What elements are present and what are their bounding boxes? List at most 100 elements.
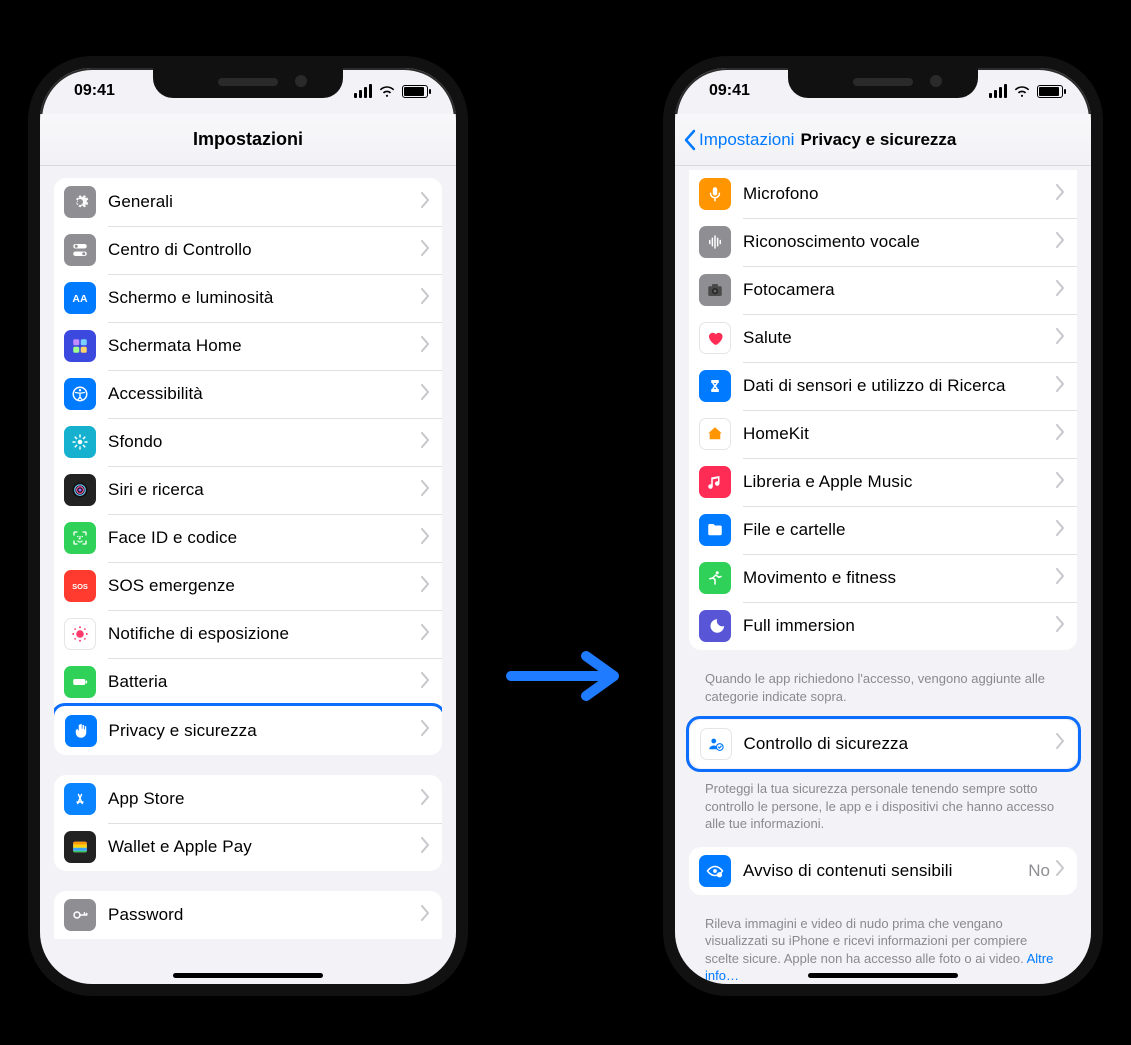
row-wallet-e-apple-pay[interactable]: Wallet e Apple Pay xyxy=(54,823,442,871)
hand-icon xyxy=(65,715,97,747)
row-libreria-apple-music[interactable]: Libreria e Apple Music xyxy=(689,458,1077,506)
row-label: Privacy e sicurezza xyxy=(109,721,421,741)
footer-access-note: Quando le app richiedono l'accesso, veng… xyxy=(689,670,1077,719)
chevron-right-icon xyxy=(1056,860,1065,881)
row-dati-di-sensori[interactable]: Dati di sensori e utilizzo di Ricerca xyxy=(689,362,1077,410)
phone-right-privacy: 09:41 Impostazioni Privacy e sicurezza M… xyxy=(663,56,1103,996)
row-label: Dati di sensori e utilizzo di Ricerca xyxy=(743,376,1056,396)
row-label: Accessibilità xyxy=(108,384,421,404)
row-sos-emergenze[interactable]: SOS emergenze xyxy=(54,562,442,610)
flower-icon xyxy=(64,426,96,458)
music-icon xyxy=(699,466,731,498)
chevron-right-icon xyxy=(1056,376,1065,397)
wifi-icon xyxy=(1013,85,1031,98)
chevron-left-icon xyxy=(683,129,697,151)
row-label: HomeKit xyxy=(743,424,1056,444)
chevron-right-icon xyxy=(421,672,430,693)
gear-icon xyxy=(64,186,96,218)
chevron-right-icon xyxy=(421,576,430,597)
row-label: Face ID e codice xyxy=(108,528,421,548)
row-accessibilita[interactable]: Accessibilità xyxy=(54,370,442,418)
chevron-right-icon xyxy=(421,789,430,810)
camera-icon xyxy=(699,274,731,306)
row-label: Fotocamera xyxy=(743,280,1056,300)
row-label: Microfono xyxy=(743,184,1056,204)
chevron-right-icon xyxy=(421,384,430,405)
battery-icon xyxy=(64,666,96,698)
chevron-right-icon xyxy=(421,336,430,357)
cellular-icon xyxy=(354,84,372,98)
mic-icon xyxy=(699,178,731,210)
row-centro-di-controllo[interactable]: Centro di Controllo xyxy=(54,226,442,274)
row-label: Schermo e luminosità xyxy=(108,288,421,308)
row-face-id-e-codice[interactable]: Face ID e codice xyxy=(54,514,442,562)
row-label: Salute xyxy=(743,328,1056,348)
folder-icon xyxy=(699,514,731,546)
exposure-icon xyxy=(64,618,96,650)
sos-icon xyxy=(64,570,96,602)
chevron-right-icon xyxy=(1056,328,1065,349)
nav-bar: Impostazioni Privacy e sicurezza xyxy=(675,114,1091,166)
safety-icon xyxy=(700,728,732,760)
row-label: Libreria e Apple Music xyxy=(743,472,1056,492)
row-schermata-home[interactable]: Schermata Home xyxy=(54,322,442,370)
row-label: Wallet e Apple Pay xyxy=(108,837,421,857)
aa-icon xyxy=(64,282,96,314)
wifi-icon xyxy=(378,85,396,98)
chevron-right-icon xyxy=(421,720,430,741)
row-siri-e-ricerca[interactable]: Siri e ricerca xyxy=(54,466,442,514)
chevron-right-icon xyxy=(1056,568,1065,589)
row-sfondo[interactable]: Sfondo xyxy=(54,418,442,466)
row-full-immersion[interactable]: Full immersion xyxy=(689,602,1077,650)
row-controllo-di-sicurezza[interactable]: Controllo di sicurezza xyxy=(690,720,1077,768)
row-homekit[interactable]: HomeKit xyxy=(689,410,1077,458)
battery-icon xyxy=(1037,85,1063,98)
back-button[interactable]: Impostazioni xyxy=(683,129,794,151)
row-label: SOS emergenze xyxy=(108,576,421,596)
row-fotocamera[interactable]: Fotocamera xyxy=(689,266,1077,314)
row-label: File e cartelle xyxy=(743,520,1056,540)
runner-icon xyxy=(699,562,731,594)
cellular-icon xyxy=(989,84,1007,98)
row-app-store[interactable]: App Store xyxy=(54,775,442,823)
row-label: Schermata Home xyxy=(108,336,421,356)
row-generali[interactable]: Generali xyxy=(54,178,442,226)
row-password[interactable]: Password xyxy=(54,891,442,939)
chevron-right-icon xyxy=(1056,616,1065,637)
nav-title: Impostazioni xyxy=(193,129,303,150)
switches-icon xyxy=(64,234,96,266)
row-label: Riconoscimento vocale xyxy=(743,232,1056,252)
row-label: Generali xyxy=(108,192,421,212)
row-avviso-contenuti-sensibili[interactable]: Avviso di contenuti sensibiliNo xyxy=(689,847,1077,895)
chevron-right-icon xyxy=(1056,520,1065,541)
row-label: Controllo di sicurezza xyxy=(744,734,1056,754)
chevron-right-icon xyxy=(1056,232,1065,253)
row-value: No xyxy=(1028,861,1050,881)
arrow-right-icon xyxy=(501,646,631,706)
appstore-icon xyxy=(64,783,96,815)
row-salute[interactable]: Salute xyxy=(689,314,1077,362)
chevron-right-icon xyxy=(421,624,430,645)
row-batteria[interactable]: Batteria xyxy=(54,658,442,706)
row-label: Full immersion xyxy=(743,616,1056,636)
row-label: Notifiche di esposizione xyxy=(108,624,421,644)
status-time: 09:41 xyxy=(699,82,750,100)
home-indicator xyxy=(808,973,958,978)
row-movimento-e-fitness[interactable]: Movimento e fitness xyxy=(689,554,1077,602)
row-label: App Store xyxy=(108,789,421,809)
row-microfono[interactable]: Microfono xyxy=(689,170,1077,218)
highlight-controllo-di-sicurezza: Controllo di sicurezza xyxy=(686,716,1081,772)
chevron-right-icon xyxy=(1056,280,1065,301)
row-label: Sfondo xyxy=(108,432,421,452)
row-privacy-e-sicurezza[interactable]: Privacy e sicurezza xyxy=(55,707,442,755)
row-notifiche-di-esposizione[interactable]: Notifiche di esposizione xyxy=(54,610,442,658)
row-file-e-cartelle[interactable]: File e cartelle xyxy=(689,506,1077,554)
row-label: Password xyxy=(108,905,421,925)
wallet-icon xyxy=(64,831,96,863)
chevron-right-icon xyxy=(421,288,430,309)
status-time: 09:41 xyxy=(64,82,115,100)
row-label: Centro di Controllo xyxy=(108,240,421,260)
row-schermo-e-luminosita[interactable]: Schermo e luminosità xyxy=(54,274,442,322)
row-riconoscimento-vocale[interactable]: Riconoscimento vocale xyxy=(689,218,1077,266)
sensor-icon xyxy=(699,370,731,402)
